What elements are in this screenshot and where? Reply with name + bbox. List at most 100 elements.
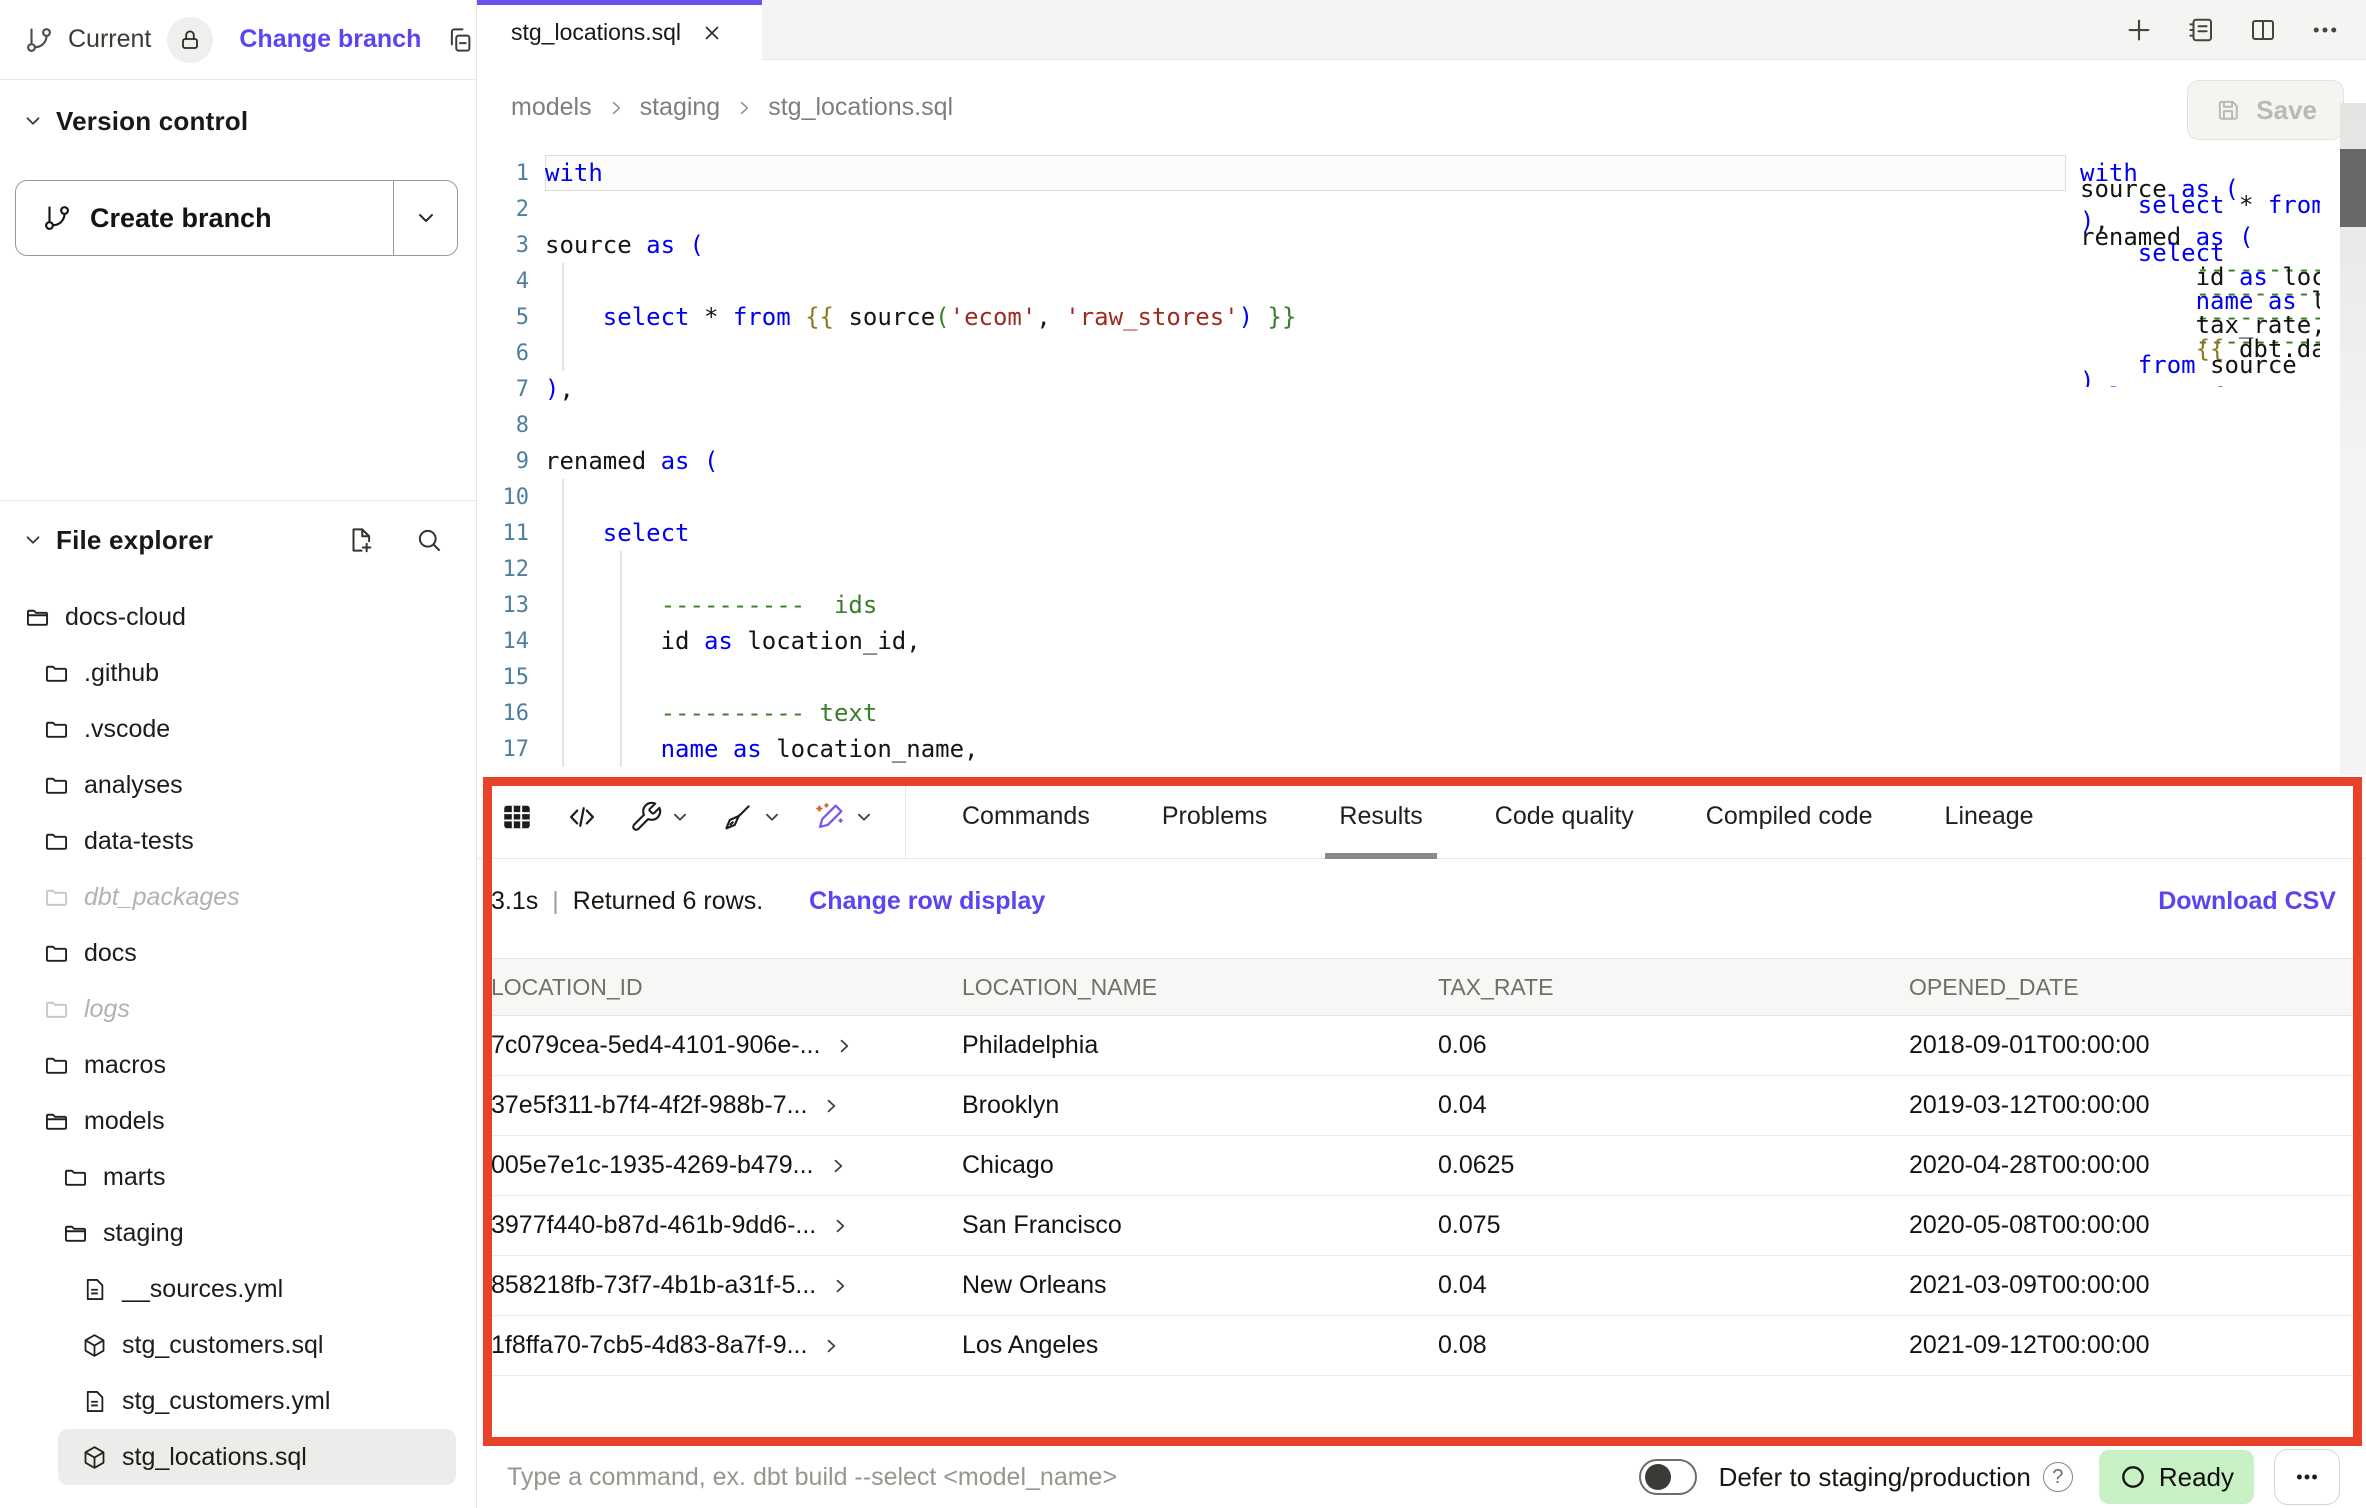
code-line[interactable]: 17 name as location_name, (477, 731, 2366, 767)
more-menu-button[interactable] (2274, 1449, 2340, 1505)
change-row-display-link[interactable]: Change row display (809, 887, 1045, 916)
table-cell: 2020-05-08T00:00:00 (1905, 1211, 2354, 1240)
panel-tab-compiled-code[interactable]: Compiled code (1706, 775, 1873, 859)
file-tree-item[interactable]: data-tests (0, 813, 476, 869)
panel-tab-problems[interactable]: Problems (1162, 775, 1268, 859)
code-line[interactable]: 6 (477, 335, 2366, 371)
chevron-down-icon (22, 110, 44, 132)
line-number: 17 (477, 737, 545, 762)
expand-row-icon[interactable] (830, 1216, 850, 1236)
editor-scrollbar[interactable] (2340, 103, 2366, 775)
tab-stg-locations-sql[interactable]: stg_locations.sql (477, 0, 762, 60)
table-row[interactable]: 858218fb-73f7-4b1b-a31f-5...New Orleans0… (487, 1256, 2354, 1316)
ai-assist-menu[interactable] (813, 800, 875, 834)
file-tree-item[interactable]: logs (0, 981, 476, 1037)
breadcrumb-item[interactable]: stg_locations.sql (768, 93, 953, 122)
file-tree-item[interactable]: staging (0, 1205, 476, 1261)
code-line[interactable]: 4 (477, 263, 2366, 299)
panel-tab-code-quality[interactable]: Code quality (1495, 775, 1634, 859)
code-line[interactable]: 7), (477, 371, 2366, 407)
defer-toggle[interactable] (1639, 1459, 1697, 1495)
table-row[interactable]: 37e5f311-b7f4-4f2f-988b-7...Brooklyn0.04… (487, 1076, 2354, 1136)
expand-row-icon[interactable] (834, 1036, 854, 1056)
code-text: source as ( (545, 227, 2066, 263)
breadcrumb-item[interactable]: staging (640, 93, 721, 122)
file-tree-item[interactable]: docs-cloud (0, 589, 476, 645)
table-view-icon[interactable] (499, 799, 535, 835)
table-row[interactable]: 7c079cea-5ed4-4101-906e-...Philadelphia0… (487, 1016, 2354, 1076)
file-tree-item[interactable]: models (0, 1093, 476, 1149)
table-row[interactable]: 005e7e1c-1935-4269-b479...Chicago0.06252… (487, 1136, 2354, 1196)
code-editor[interactable]: 1with23source as (45 select * from {{ so… (477, 155, 2366, 775)
change-branch-link[interactable]: Change branch (239, 25, 421, 54)
expand-row-icon[interactable] (821, 1336, 841, 1356)
file-tree-item[interactable]: .vscode (0, 701, 476, 757)
code-view-icon[interactable] (565, 800, 599, 834)
file-tree-item[interactable]: __sources.yml (0, 1261, 476, 1317)
line-number: 8 (477, 413, 545, 438)
create-branch-dropdown[interactable] (393, 181, 457, 255)
code-line[interactable]: 10 (477, 479, 2366, 515)
file-tree-item[interactable]: analyses (0, 757, 476, 813)
panel-tab-commands[interactable]: Commands (962, 775, 1090, 859)
create-branch-main[interactable]: Create branch (16, 181, 393, 255)
code-line[interactable]: 5 select * from {{ source('ecom', 'raw_s… (477, 299, 2366, 335)
expand-row-icon[interactable] (830, 1276, 850, 1296)
command-input[interactable]: Type a command, ex. dbt build --select <… (507, 1463, 1639, 1492)
code-line[interactable]: 14 id as location_id, (477, 623, 2366, 659)
help-icon[interactable]: ? (2043, 1462, 2073, 1492)
new-tab-icon[interactable] (2124, 15, 2154, 45)
file-tree-item[interactable]: dbt_packages (0, 869, 476, 925)
table-cell: 0.06 (1434, 1031, 1905, 1060)
breadcrumb: models staging stg_locations.sql (511, 60, 953, 155)
folder-icon (43, 828, 70, 855)
split-view-icon[interactable] (2248, 15, 2278, 45)
tab-label: stg_locations.sql (511, 19, 681, 46)
file-tree-item[interactable]: .github (0, 645, 476, 701)
table-row[interactable]: 3977f440-b87d-461b-9dd6-...San Francisco… (487, 1196, 2354, 1256)
cleanup-tools-menu[interactable] (721, 800, 783, 834)
close-icon[interactable] (701, 22, 723, 44)
file-tree-item[interactable]: stg_customers.yml (0, 1373, 476, 1429)
file-tree-item[interactable]: marts (0, 1149, 476, 1205)
code-line[interactable]: 2 (477, 191, 2366, 227)
code-line[interactable]: 16 ---------- text (477, 695, 2366, 731)
code-line[interactable]: 1with (477, 155, 2366, 191)
save-button[interactable]: Save (2187, 80, 2344, 140)
code-text: ---------- text (545, 695, 2066, 731)
file-explorer-section-header[interactable]: File explorer (0, 517, 213, 563)
expand-row-icon[interactable] (828, 1156, 848, 1176)
code-line[interactable]: 13 ---------- ids (477, 587, 2366, 623)
code-line[interactable]: 8 (477, 407, 2366, 443)
table-cell: 0.04 (1434, 1271, 1905, 1300)
version-control-section-header[interactable]: Version control (0, 98, 476, 144)
file-tree-item[interactable]: macros (0, 1037, 476, 1093)
file-tree-item[interactable]: stg_locations.sql (58, 1429, 456, 1485)
ellipsis-icon (2293, 1463, 2321, 1491)
search-icon[interactable] (414, 525, 444, 555)
build-tools-menu[interactable] (629, 800, 691, 834)
panel-tab-lineage[interactable]: Lineage (1945, 775, 2034, 859)
folder-icon (43, 772, 70, 799)
download-csv-link[interactable]: Download CSV (2158, 887, 2336, 916)
more-options-icon[interactable] (2310, 15, 2340, 45)
code-line[interactable]: 11 select (477, 515, 2366, 551)
ready-status-badge[interactable]: Ready (2099, 1450, 2254, 1504)
panel-tab-results[interactable]: Results (1339, 775, 1422, 859)
cube-icon (81, 1332, 108, 1359)
new-file-icon[interactable] (346, 525, 376, 555)
notebook-icon[interactable] (2186, 15, 2216, 45)
code-line[interactable]: 3source as ( (477, 227, 2366, 263)
code-line[interactable]: 9renamed as ( (477, 443, 2366, 479)
file-tree-item[interactable]: docs (0, 925, 476, 981)
location-id-cell: 1f8ffa70-7cb5-4d83-8a7f-9... (487, 1331, 958, 1360)
file-tree-item[interactable]: stg_customers.sql (0, 1317, 476, 1373)
code-line[interactable]: 12 (477, 551, 2366, 587)
expand-row-icon[interactable] (821, 1096, 841, 1116)
copy-icon[interactable] (445, 25, 475, 55)
scrollbar-thumb[interactable] (2340, 149, 2366, 227)
create-branch-button[interactable]: Create branch (15, 180, 458, 256)
code-line[interactable]: 15 (477, 659, 2366, 695)
breadcrumb-item[interactable]: models (511, 93, 592, 122)
table-row[interactable]: 1f8ffa70-7cb5-4d83-8a7f-9...Los Angeles0… (487, 1316, 2354, 1376)
